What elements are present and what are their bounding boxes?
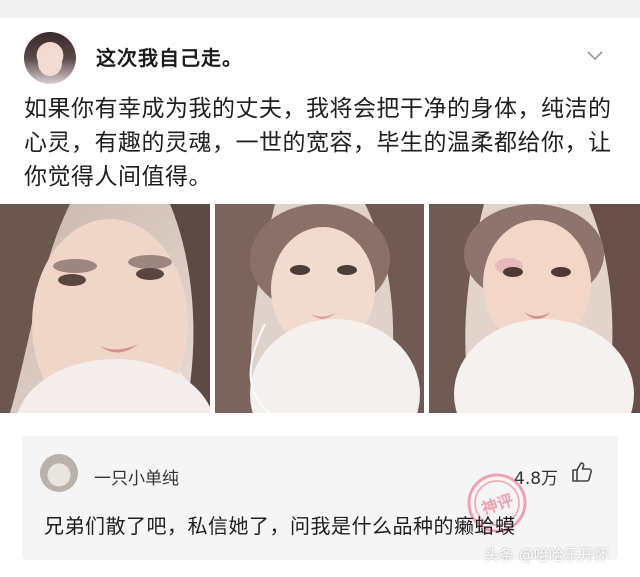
post-header: 这次我自己走。 <box>0 18 640 90</box>
like-count: 4.8万 <box>514 469 559 489</box>
commenter-avatar[interactable] <box>40 454 78 492</box>
thumbs-up-icon[interactable] <box>570 460 594 484</box>
author-name[interactable]: 这次我自己走。 <box>96 42 243 71</box>
commenter-name[interactable]: 一只小单纯 <box>94 464 179 489</box>
photo-grid <box>0 204 640 413</box>
post-photo-2[interactable] <box>215 204 424 413</box>
top-strip <box>0 0 640 18</box>
post-photo-3[interactable] <box>429 204 640 413</box>
author-avatar[interactable] <box>24 32 76 84</box>
chevron-down-icon[interactable] <box>586 46 604 64</box>
post-text: 如果你有幸成为我的丈夫，我将会把干净的身体，纯洁的心灵，有趣的灵魂，一世的宽容，… <box>24 96 612 190</box>
hot-comment-card: 一只小单纯 神评 4.8万 兄弟们散了吧，私信她了，问我是什么品种的癞蛤蟆 <box>22 436 618 560</box>
post-photo-1[interactable] <box>0 204 210 413</box>
source-watermark: 头条 @哈哈乐开怀 <box>484 546 609 564</box>
comment-text: 兄弟们散了吧，私信她了，问我是什么品种的癞蛤蟆 <box>44 514 516 538</box>
